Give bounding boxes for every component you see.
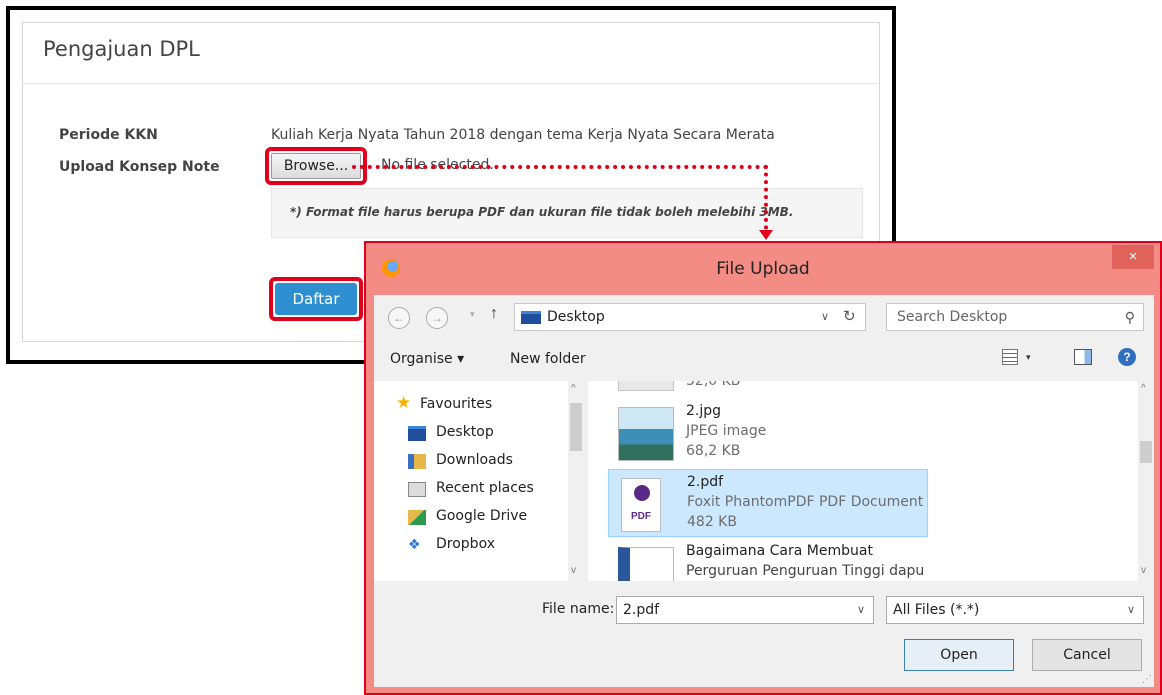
file-item-2-jpg[interactable]: 2.jpg JPEG image 68,2 KB xyxy=(608,399,928,467)
address-dropdown-icon[interactable]: ∨ xyxy=(821,310,829,323)
file-name-input[interactable]: 2.pdf ∨ xyxy=(616,596,874,624)
google-drive-icon xyxy=(408,510,426,525)
file-item-bagaimana[interactable]: Bagaimana Cara Membuat Perguruan Penguru… xyxy=(608,539,928,581)
file-name: Bagaimana Cara Membuat xyxy=(686,543,873,559)
preview-pane-icon[interactable] xyxy=(1074,349,1092,365)
file-size: 482 KB xyxy=(687,514,737,530)
file-item-partial-top[interactable]: 52,0 KB xyxy=(608,381,928,397)
search-input[interactable]: Search Desktop ⚲ xyxy=(886,303,1144,331)
connector-horizontal xyxy=(352,165,768,169)
file-type: Perguruan Penguruan Tinggi dapu xyxy=(686,563,925,579)
star-icon: ★ xyxy=(396,393,412,413)
periode-value: Kuliah Kerja Nyata Tahun 2018 dengan tem… xyxy=(271,127,775,143)
word-document-icon xyxy=(618,547,674,581)
file-note-text: *) Format file harus berupa PDF dan ukur… xyxy=(290,205,794,219)
new-folder-button[interactable]: New folder xyxy=(510,351,586,367)
search-icon[interactable]: ⚲ xyxy=(1125,309,1135,326)
connector-arrow-icon xyxy=(759,230,773,240)
jpeg-image-icon xyxy=(618,407,674,461)
view-dropdown-icon[interactable]: ▾ xyxy=(1026,352,1031,363)
dropbox-icon: ❖ xyxy=(408,537,421,553)
file-name: 2.pdf xyxy=(687,474,724,490)
panel-divider xyxy=(23,83,879,84)
file-name-value: 2.pdf xyxy=(623,602,660,618)
resize-grip-icon[interactable]: ⋰ xyxy=(1142,674,1152,685)
file-upload-dialog: File Upload × ← → ▾ ↑ Desktop ∨ ↻ Search… xyxy=(364,241,1162,695)
address-text: Desktop xyxy=(547,309,605,325)
scroll-down-arrow-icon[interactable]: v xyxy=(1141,565,1146,576)
address-bar[interactable]: Desktop ∨ ↻ xyxy=(514,303,866,331)
search-placeholder: Search Desktop xyxy=(897,309,1008,325)
dialog-toolbar: Organise ▾ New folder ▾ ? xyxy=(374,339,1154,379)
close-button[interactable]: × xyxy=(1112,245,1154,269)
dialog-titlebar[interactable]: File Upload × xyxy=(366,243,1160,295)
back-button[interactable]: ← xyxy=(388,307,410,329)
file-type: JPEG image xyxy=(686,423,767,439)
chevron-down-icon[interactable]: ∨ xyxy=(1127,603,1135,616)
open-button[interactable]: Open xyxy=(904,639,1014,671)
file-note-box: *) Format file harus berupa PDF dan ukur… xyxy=(271,188,863,238)
organise-button[interactable]: Organise ▾ xyxy=(390,351,464,367)
nav-scrollbar-thumb[interactable] xyxy=(570,403,582,451)
cancel-button[interactable]: Cancel xyxy=(1032,639,1142,671)
file-thumbnail xyxy=(618,381,674,391)
desktop-icon xyxy=(408,426,426,441)
file-type-value: All Files (*.*) xyxy=(893,602,980,618)
panel-title: Pengajuan DPL xyxy=(43,37,200,61)
file-size: 68,2 KB xyxy=(686,443,741,459)
file-size: 52,0 KB xyxy=(686,381,741,389)
foxit-logo-icon xyxy=(634,485,650,501)
refresh-icon[interactable]: ↻ xyxy=(843,307,856,325)
file-list-pane: 52,0 KB 2.jpg JPEG image 68,2 KB PDF 2.p… xyxy=(588,381,1154,581)
dialog-body: ← → ▾ ↑ Desktop ∨ ↻ Search Desktop ⚲ Org… xyxy=(374,295,1154,687)
change-view-icon[interactable] xyxy=(1002,349,1018,365)
forward-button[interactable]: → xyxy=(426,307,448,329)
file-item-2-pdf[interactable]: PDF 2.pdf Foxit PhantomPDF PDF Document … xyxy=(608,469,928,537)
file-scrollbar-thumb[interactable] xyxy=(1140,441,1152,463)
upload-label: Upload Konsep Note xyxy=(59,159,220,175)
up-folder-button[interactable]: ↑ xyxy=(490,305,498,323)
downloads-icon xyxy=(408,454,426,469)
connector-vertical xyxy=(764,165,768,237)
daftar-highlight xyxy=(269,277,363,321)
file-scrollbar[interactable]: ^ v xyxy=(1138,381,1154,581)
recent-places-icon xyxy=(408,482,426,497)
pdf-document-icon: PDF xyxy=(621,478,661,532)
help-icon[interactable]: ? xyxy=(1118,348,1136,366)
file-type-select[interactable]: All Files (*.*) ∨ xyxy=(886,596,1144,624)
chevron-down-icon[interactable]: ∨ xyxy=(857,603,865,616)
scroll-up-arrow-icon[interactable]: ^ xyxy=(1141,383,1146,394)
dialog-title: File Upload xyxy=(716,259,810,279)
scroll-down-arrow-icon[interactable]: v xyxy=(571,565,576,576)
navigation-pane: ★ Favourites Desktop Downloads Recent pl… xyxy=(374,381,584,581)
desktop-folder-icon xyxy=(521,311,541,324)
periode-label: Periode KKN xyxy=(59,127,158,143)
file-name-label: File name: xyxy=(542,601,615,617)
scroll-up-arrow-icon[interactable]: ^ xyxy=(571,383,576,394)
pdf-icon-label: PDF xyxy=(631,511,651,522)
recent-locations-dropdown[interactable]: ▾ xyxy=(470,309,475,320)
file-name: 2.jpg xyxy=(686,403,722,419)
nav-scrollbar[interactable]: ^ v xyxy=(568,381,584,581)
file-type: Foxit PhantomPDF PDF Document xyxy=(687,494,924,510)
